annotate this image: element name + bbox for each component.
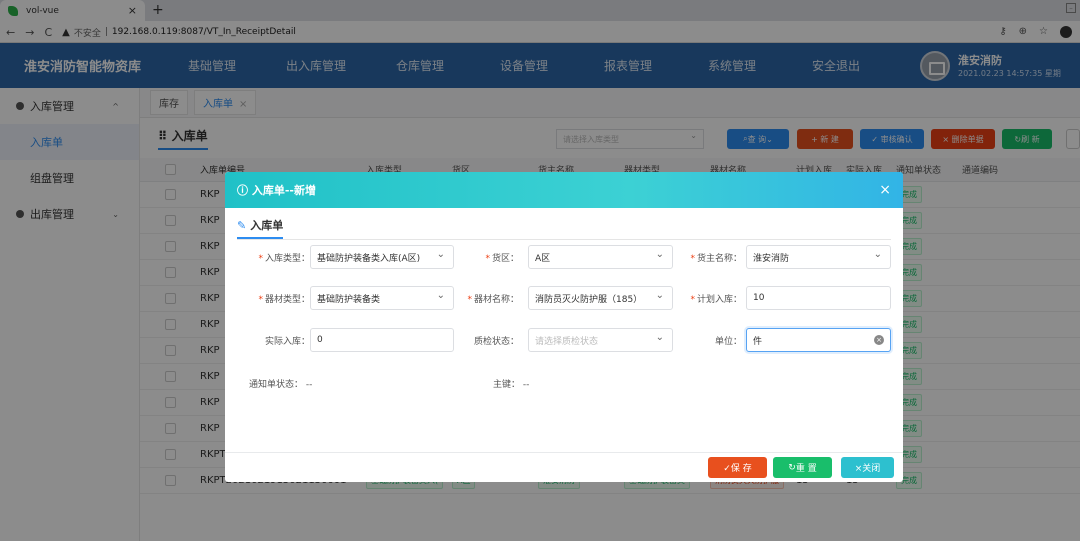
dialog-section-tab: ✎ 入库单 xyxy=(237,216,891,240)
in-type-label: * 入库类型： xyxy=(240,251,310,264)
label-text: 货区： xyxy=(491,254,519,264)
refresh-icon: ↻ xyxy=(788,462,796,473)
reset-label: 重 置 xyxy=(795,464,817,474)
owner-select[interactable]: 淮安消防 xyxy=(746,245,891,269)
close-button[interactable]: ×关闭 xyxy=(841,457,894,478)
area-label: * 货区： xyxy=(449,251,519,264)
dialog-header: ⓘ 入库单--新增 × xyxy=(225,172,903,208)
unit-input[interactable]: 件 × xyxy=(746,328,891,352)
reset-button[interactable]: ↻ 重 置 xyxy=(773,457,832,478)
qc-select[interactable]: 请选择质检状态 xyxy=(528,328,673,352)
required-mark: * xyxy=(467,295,472,305)
dialog-footer: ✓保 存 ↻ 重 置 ×关闭 xyxy=(225,452,903,482)
label-text: 货主名称： xyxy=(696,254,742,264)
notice-status-value: -- xyxy=(305,380,313,390)
eq-type-select[interactable]: 基础防护装备类 xyxy=(310,286,454,310)
unit-label: 单位： xyxy=(714,337,742,347)
eq-name-select[interactable]: 消防员灭火防护服（185） xyxy=(528,286,673,310)
info-icon: ⓘ xyxy=(237,184,248,197)
required-mark: * xyxy=(690,254,695,264)
primary-key: 主键： -- xyxy=(493,377,529,390)
plan-label: * 计划入库： xyxy=(672,292,742,305)
edit-icon: ✎ xyxy=(237,219,247,232)
qc-label: 质检状态： xyxy=(473,337,519,347)
close-icon[interactable]: × xyxy=(879,182,891,198)
add-inbound-dialog: ⓘ 入库单--新增 × ✎入库单 *入库类型： 基础防护装备类入库(A区) *货… xyxy=(225,172,903,482)
section-title-text: 入库单 xyxy=(250,219,284,232)
primary-key-label: 主键： xyxy=(493,380,521,390)
plan-input[interactable]: 10 xyxy=(746,286,891,310)
actual-input[interactable]: 0 xyxy=(310,328,454,352)
label-text: 器材名称： xyxy=(473,295,519,305)
label-text: 器材类型： xyxy=(264,295,310,305)
required-mark: * xyxy=(258,254,263,264)
notice-status-label: 通知单状态： xyxy=(249,380,304,390)
unit-value: 件 xyxy=(753,336,763,347)
notice-status: 通知单状态： -- xyxy=(249,377,312,390)
eq-name-label: * 器材名称： xyxy=(449,292,519,305)
label-text: 入库类型： xyxy=(264,254,310,264)
primary-key-value: -- xyxy=(522,380,530,390)
required-mark: * xyxy=(258,295,263,305)
label-text: 计划入库： xyxy=(696,295,742,305)
dialog-title: 入库单--新增 xyxy=(251,184,316,197)
eq-type-label: * 器材类型： xyxy=(240,292,310,305)
clear-icon[interactable]: × xyxy=(874,335,884,345)
section-title: ✎ 入库单 xyxy=(237,217,284,239)
required-mark: * xyxy=(690,295,695,305)
actual-label: 实际入库： xyxy=(264,337,310,347)
area-select[interactable]: A区 xyxy=(528,245,673,269)
in-type-select[interactable]: 基础防护装备类入库(A区) xyxy=(310,245,454,269)
save-button[interactable]: ✓保 存 xyxy=(708,457,767,478)
required-mark: * xyxy=(485,254,490,264)
owner-label: * 货主名称： xyxy=(672,251,742,264)
